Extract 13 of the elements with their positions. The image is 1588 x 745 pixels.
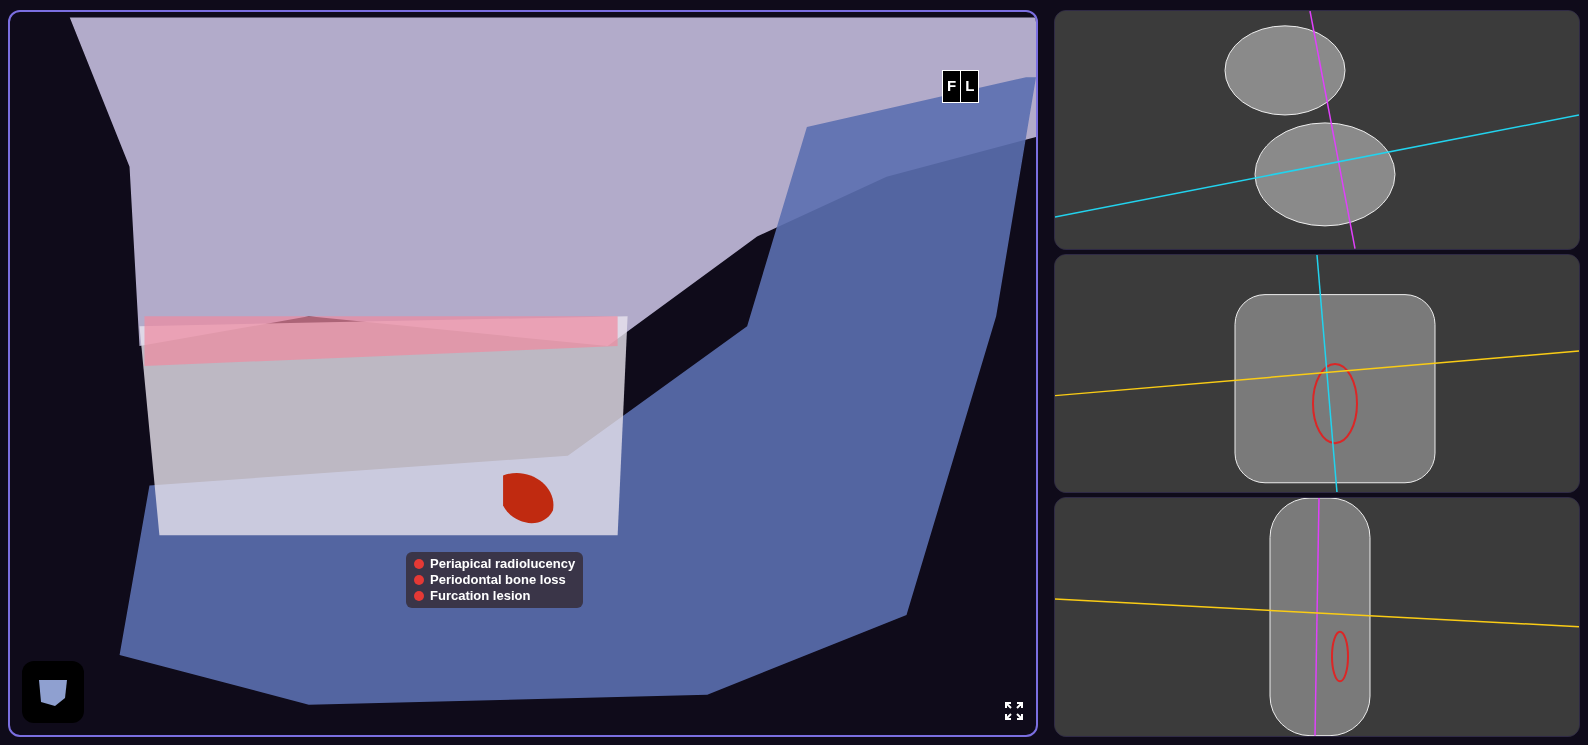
cube-face-label: F (943, 71, 962, 102)
finding-label: Periodontal bone loss (430, 572, 566, 588)
ct-slice-drawing[interactable] (1055, 498, 1579, 736)
finding-label: Periapical radiolucency (430, 556, 576, 572)
ct-slice-drawing[interactable] (1055, 254, 1579, 493)
cube-face-label: L (964, 76, 976, 96)
model-thumbnail-button[interactable] (22, 661, 84, 723)
orientation-cube[interactable]: F L (942, 70, 980, 103)
expand-icon (1004, 701, 1024, 721)
ct-slice-drawing[interactable] (1055, 11, 1579, 249)
3d-viewer-panel[interactable]: F L Periapical radiolucency Periodontal bone loss Furcation lesion (8, 10, 1038, 737)
fullscreen-button[interactable] (1002, 699, 1026, 723)
finding-label: Furcation lesion (430, 588, 531, 604)
